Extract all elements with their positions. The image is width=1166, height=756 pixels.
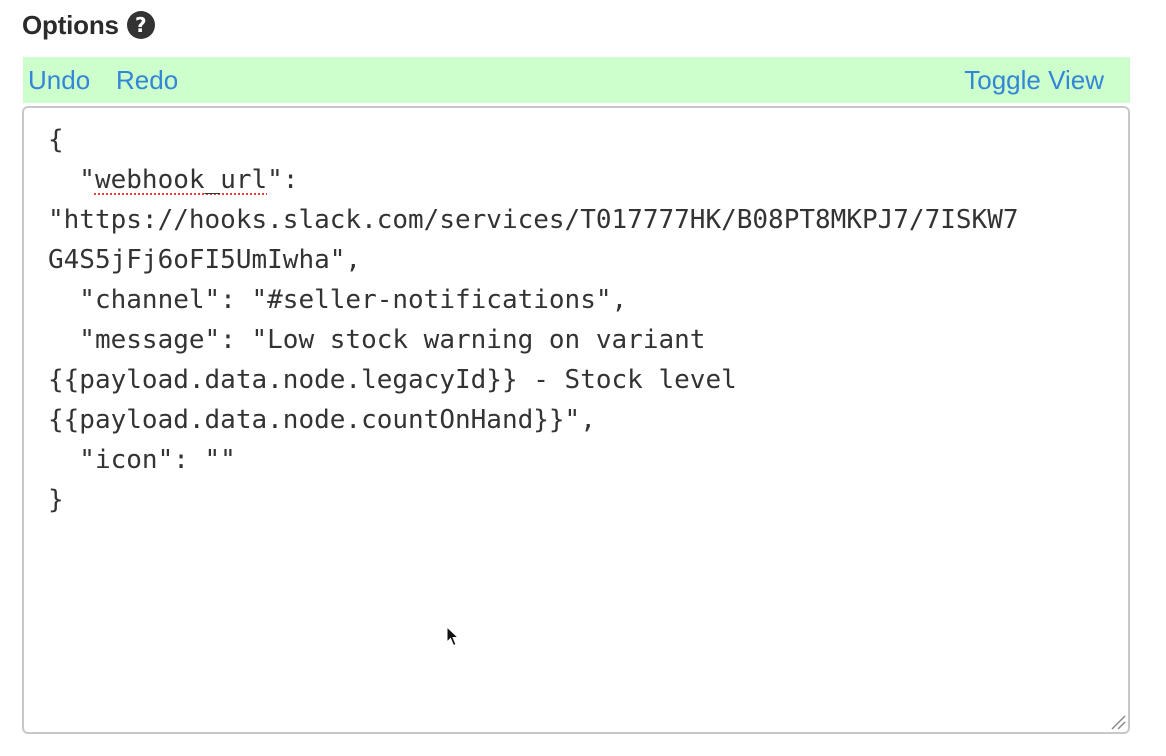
editor-line: "channel": "#seller-notifications", [48, 285, 628, 315]
editor-line: G4S5jFj6oFI5UmIwha", [48, 245, 362, 275]
editor-line: "message": "Low stock warning on variant [48, 325, 706, 355]
toggle-view-button[interactable]: Toggle View [964, 57, 1104, 103]
editor-line: {{payload.data.node.legacyId}} - Stock l… [48, 365, 737, 395]
editor-toolbar: Undo Redo Toggle View [23, 57, 1130, 103]
resize-handle-icon[interactable] [1110, 714, 1126, 730]
editor-content[interactable]: { "webhook_url": "https://hooks.slack.co… [48, 120, 1108, 520]
editor-line: "icon": "" [48, 445, 236, 475]
mouse-pointer-icon [446, 626, 460, 647]
options-json-editor[interactable]: { "webhook_url": "https://hooks.slack.co… [22, 106, 1130, 734]
misspelled-word: webhook_url [94, 165, 268, 195]
editor-line: } [48, 485, 64, 515]
options-header: Options ? [22, 8, 155, 42]
editor-line: "https://hooks.slack.com/services/T01777… [48, 205, 1019, 235]
question-circle-icon[interactable]: ? [126, 11, 155, 39]
redo-button[interactable]: Redo [116, 57, 178, 103]
undo-button[interactable]: Undo [28, 57, 90, 103]
editor-line: { [48, 125, 64, 155]
editor-line: " [48, 165, 95, 195]
editor-line: {{payload.data.node.countOnHand}}", [48, 405, 596, 435]
editor-line: ": [267, 165, 299, 195]
options-title: Options [22, 9, 119, 40]
